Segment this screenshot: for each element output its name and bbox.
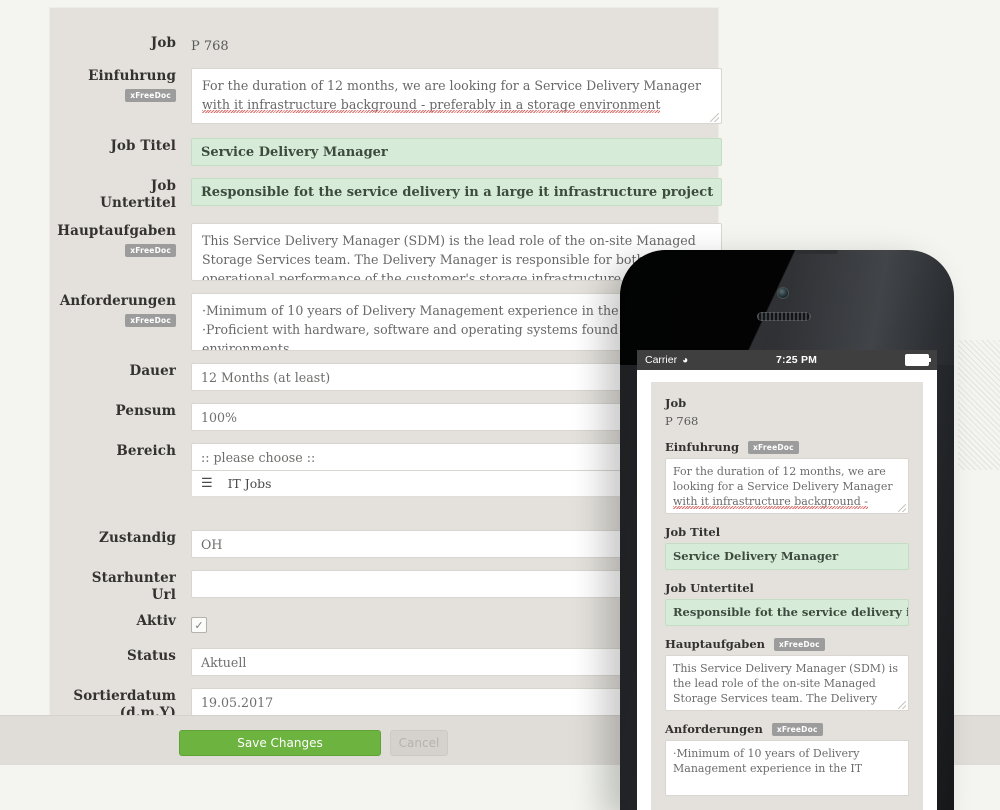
field-label-bereich: Bereich <box>116 443 176 459</box>
battery-full-icon <box>905 354 931 366</box>
form-row-bereich: Bereich :: please choose :: ☰ IT Jobs <box>50 443 722 497</box>
field-label-einfuhrung: Einfuhrung <box>88 68 176 84</box>
mobile-label-job-text: Job <box>665 396 687 410</box>
status-carrier-label: Carrier <box>645 354 678 366</box>
xfreedoc-badge[interactable]: xFreeDoc <box>774 637 825 651</box>
xfreedoc-badge[interactable]: xFreeDoc <box>748 440 799 454</box>
field-label-starhunter-line2: Url <box>151 587 176 603</box>
field-label-job-untertitel: Job <box>150 178 176 194</box>
mobile-text-hauptaufgaben: This Service Delivery Manager (SDM) is t… <box>673 662 898 705</box>
save-changes-button[interactable]: Save Changes <box>179 730 381 756</box>
check-mark-icon: ✓ <box>194 618 204 632</box>
field-value-job: P 768 <box>191 39 229 54</box>
mobile-input-einfuhrung[interactable]: For the duration of 12 months, we are lo… <box>665 458 909 514</box>
xfreedoc-badge[interactable]: xFreeDoc <box>125 243 176 257</box>
field-label-starhunter: Starhunter <box>91 570 176 586</box>
field-label-job: Job <box>150 35 176 51</box>
mobile-label-job-untertitel-text: Job Untertitel <box>665 581 754 595</box>
xfreedoc-badge[interactable]: xFreeDoc <box>771 722 823 736</box>
drag-handle-icon[interactable]: ☰ <box>201 477 213 490</box>
mobile-label-anforderungen: Anforderungen xFreeDoc <box>665 722 909 736</box>
phone-mockup: Carrier ◕ 7:25 PM Job P 768 Einfuhrung x… <box>620 250 954 810</box>
form-row-job: Job P 768 <box>50 35 718 54</box>
form-row-aktiv: Aktiv ✓ <box>50 613 718 633</box>
field-label-dauer: Dauer <box>129 363 176 379</box>
resize-handle-icon[interactable] <box>710 113 719 122</box>
mobile-label-job-untertitel: Job Untertitel <box>665 581 909 595</box>
mobile-label-job-titel: Job Titel <box>665 525 909 539</box>
background-hatch-texture <box>958 340 1000 470</box>
form-row-anforderungen: Anforderungen xFreeDoc ·Minimum of 10 ye… <box>50 293 722 351</box>
cancel-button[interactable]: Cancel <box>390 730 448 756</box>
form-row-einfuhrung: Einfuhrung xFreeDoc For the duration of … <box>50 68 722 124</box>
field-checkbox-aktiv[interactable]: ✓ <box>191 617 207 633</box>
field-input-einfuhrung[interactable]: For the duration of 12 months, we are lo… <box>191 68 722 124</box>
mobile-label-einfuhrung-text: Einfuhrung <box>665 440 739 454</box>
resize-handle-icon[interactable] <box>898 701 906 709</box>
mobile-text-einfuhrung: For the duration of 12 months, we are lo… <box>673 465 893 508</box>
mobile-label-hauptaufgaben: Hauptaufgaben xFreeDoc <box>665 637 909 651</box>
xfreedoc-badge[interactable]: xFreeDoc <box>125 88 176 102</box>
mobile-label-job-titel-text: Job Titel <box>665 525 721 539</box>
field-label-zustandig: Zustandig <box>99 530 176 546</box>
form-row-dauer: Dauer 12 Months (at least) <box>50 363 722 391</box>
mobile-input-anforderungen[interactable]: ·Minimum of 10 years of Delivery Managem… <box>665 740 909 796</box>
field-label-anforderungen: Anforderungen <box>59 293 176 309</box>
mobile-value-job: P 768 <box>665 414 699 428</box>
field-label-aktiv: Aktiv <box>136 613 176 629</box>
form-row-hauptaufgaben: Hauptaufgaben xFreeDoc This Service Deli… <box>50 223 722 281</box>
field-label-sortierdatum: Sortierdatum <box>73 688 176 704</box>
form-row-zustandig: Zustandig OH <box>50 530 722 558</box>
mobile-label-job: Job <box>665 396 909 410</box>
job-edit-form-panel: Job P 768 Einfuhrung xFreeDoc For the du… <box>50 8 722 721</box>
bereich-list-item-label: IT Jobs <box>227 476 272 491</box>
field-text-einfuhrung: For the duration of 12 months, we are lo… <box>202 78 701 112</box>
field-label-pensum: Pensum <box>115 403 176 419</box>
phone-power-button <box>796 250 838 254</box>
xfreedoc-badge[interactable]: xFreeDoc <box>125 313 176 327</box>
phone-status-bar: Carrier ◕ 7:25 PM <box>637 350 937 370</box>
field-input-job-untertitel[interactable]: Responsible fot the service delivery in … <box>191 178 722 206</box>
mobile-input-hauptaufgaben[interactable]: This Service Delivery Manager (SDM) is t… <box>665 655 909 711</box>
front-camera-icon <box>778 288 788 298</box>
form-row-job-titel: Job Titel Service Delivery Manager <box>50 138 722 166</box>
mobile-label-anforderungen-text: Anforderungen <box>665 722 763 736</box>
resize-handle-icon[interactable] <box>898 504 906 512</box>
mobile-label-hauptaufgaben-text: Hauptaufgaben <box>665 637 766 651</box>
phone-content-area: Job P 768 Einfuhrung xFreeDoc For the du… <box>637 370 937 810</box>
mobile-label-einfuhrung: Einfuhrung xFreeDoc <box>665 440 909 454</box>
field-label-job-titel: Job Titel <box>110 138 176 154</box>
form-row-pensum: Pensum 100% <box>50 403 722 431</box>
form-row-starhunter-url: Starhunter Url <box>50 570 722 604</box>
mobile-input-job-untertitel[interactable]: Responsible fot the service delivery i <box>665 599 909 626</box>
mobile-input-job-titel[interactable]: Service Delivery Manager <box>665 543 909 570</box>
form-row-status: Status Aktuell <box>50 648 722 676</box>
phone-glass-gloss <box>620 250 954 365</box>
field-label-status: Status <box>127 648 176 664</box>
field-label-hauptaufgaben: Hauptaufgaben <box>57 223 176 239</box>
earpiece-speaker-icon <box>757 312 811 321</box>
phone-form-card: Job P 768 Einfuhrung xFreeDoc For the du… <box>651 382 923 810</box>
field-label-job-untertitel-line2: Untertitel <box>100 195 176 211</box>
field-input-job-titel[interactable]: Service Delivery Manager <box>191 138 722 166</box>
phone-screen: Carrier ◕ 7:25 PM Job P 768 Einfuhrung x… <box>637 350 937 810</box>
status-time-label: 7:25 PM <box>776 354 818 366</box>
form-row-job-untertitel: Job Untertitel Responsible fot the servi… <box>50 178 722 212</box>
mobile-text-anforderungen: ·Minimum of 10 years of Delivery Managem… <box>673 747 863 775</box>
